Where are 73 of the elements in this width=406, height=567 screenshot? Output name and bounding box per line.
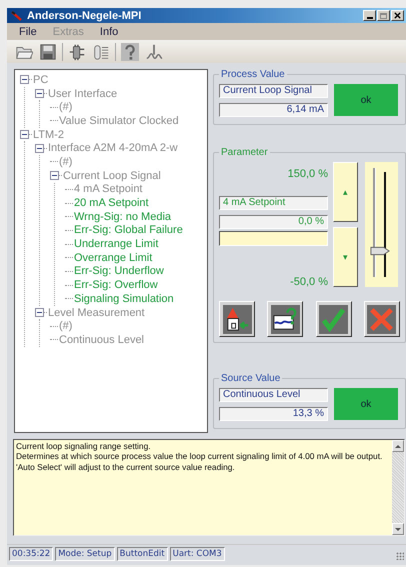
- increase-button[interactable]: ▴: [333, 162, 358, 222]
- decrease-button[interactable]: ▾: [333, 227, 358, 287]
- collapse-icon[interactable]: [20, 75, 29, 84]
- app-icon: [11, 10, 23, 22]
- status-field: ButtonEdit: [116, 546, 168, 560]
- scroll-down-icon[interactable]: [395, 528, 401, 530]
- tree-item[interactable]: Interface A2M 4-20mA 2-w: [48, 142, 178, 154]
- group-title: Parameter: [220, 147, 269, 158]
- tree-item[interactable]: (#): [59, 156, 72, 168]
- status-field: Uart: COM3: [170, 546, 225, 560]
- collapse-icon[interactable]: [35, 308, 44, 318]
- tree-item[interactable]: Underrange Limit: [74, 238, 158, 250]
- menu-item[interactable]: File: [19, 26, 37, 38]
- tree-item[interactable]: Err-Sig: Overflow: [74, 279, 158, 292]
- group-title: Process Value: [220, 69, 286, 80]
- slider[interactable]: [365, 162, 398, 287]
- close-button[interactable]: [391, 10, 404, 21]
- probe-icon: [145, 42, 163, 60]
- status-indicator: ok: [334, 388, 398, 420]
- minimize-button[interactable]: [363, 10, 376, 21]
- tree-item[interactable]: LTM-2: [33, 128, 64, 141]
- maximize-button[interactable]: [377, 10, 390, 21]
- scroll-up-icon[interactable]: [395, 444, 401, 448]
- plug-icon: [68, 42, 86, 60]
- signal-field: Current Loop Signal: [219, 84, 328, 98]
- tree-item[interactable]: PC: [33, 74, 48, 86]
- slider-thumb[interactable]: [370, 246, 390, 256]
- tree-item[interactable]: (#): [59, 101, 72, 114]
- tree-item[interactable]: Wrng-Sig: no Media: [74, 210, 172, 223]
- action-button[interactable]: [219, 301, 255, 337]
- collapse-icon[interactable]: [20, 130, 29, 140]
- scroll-bar[interactable]: [392, 440, 404, 535]
- description-text: Current loop signaling range setting.: [16, 441, 152, 452]
- tree-item[interactable]: Err-Sig: Underflow: [74, 265, 164, 278]
- maximum-label: 150,0 %: [286, 168, 328, 182]
- tree-item[interactable]: User Interface: [48, 88, 118, 100]
- window-title: Anderson-Negele-MPI: [27, 10, 142, 22]
- list-icon: [92, 42, 110, 60]
- tree-item[interactable]: Current Loop Signal: [63, 170, 161, 182]
- tree-item[interactable]: 4 mA Setpoint: [74, 183, 142, 196]
- parameter-field: 4 mA Setpoint: [219, 196, 328, 210]
- description-text: Determines at which source process value the loop current signaling limit of 4.00 mA will be output. 'Auto Select' will adjust to the current source value reading.: [16, 451, 384, 472]
- menu-item[interactable]: Info: [100, 26, 118, 38]
- checkmark-icon: [319, 304, 348, 334]
- status-field: Mode: Setup: [55, 546, 115, 560]
- help-icon: [121, 42, 139, 60]
- tree-item[interactable]: 20 mA Setpoint: [74, 197, 149, 210]
- action-button[interactable]: [316, 301, 352, 337]
- tree-item[interactable]: Level Measurement: [48, 306, 145, 319]
- picture-question-icon: [270, 304, 300, 334]
- toolbar-button[interactable]: [119, 42, 141, 62]
- tree-item[interactable]: Overrange Limit: [74, 252, 152, 264]
- tree-item[interactable]: Continuous Level: [59, 334, 144, 346]
- cross-icon: [367, 304, 396, 334]
- reading-field: 6,14 mA: [219, 103, 328, 117]
- value-field: 0,0 %: [219, 215, 328, 229]
- tree-item[interactable]: Err-Sig: Global Failure: [74, 224, 183, 236]
- resize-grip-icon[interactable]: [396, 552, 404, 560]
- status-indicator: ok: [334, 84, 398, 116]
- action-button[interactable]: [364, 301, 400, 337]
- group-title: Source Value: [220, 373, 282, 384]
- collapse-icon[interactable]: [50, 171, 59, 180]
- signal-field: Continuous Level: [219, 388, 328, 402]
- reading-field: 13,3 %: [219, 407, 328, 421]
- tree-item[interactable]: Value Simulator Clocked: [59, 114, 179, 127]
- tree-item[interactable]: (#): [59, 320, 72, 332]
- action-button[interactable]: [267, 301, 304, 337]
- collapse-icon[interactable]: [35, 89, 44, 98]
- tree-item[interactable]: Signaling Simulation: [74, 292, 174, 305]
- value-input[interactable]: [219, 231, 328, 246]
- collapse-icon[interactable]: [35, 144, 44, 153]
- status-field: 00:35:22: [9, 546, 54, 560]
- minimum-label: -50,0 %: [289, 276, 328, 290]
